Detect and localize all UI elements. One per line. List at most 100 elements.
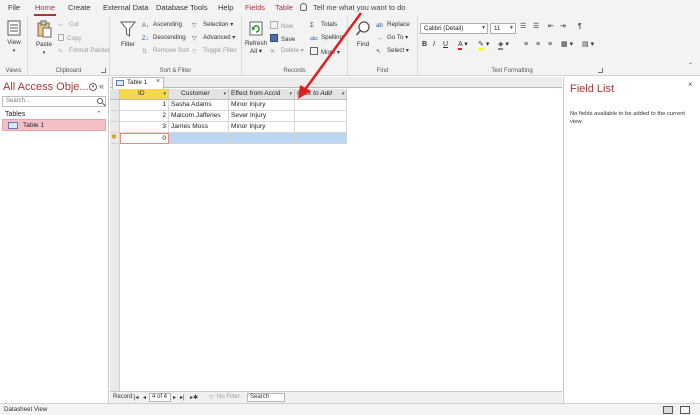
column-header-effect[interactable]: Effect from Accid ▾ [229, 89, 295, 100]
goto-button[interactable]: → Go To ▾ [376, 34, 408, 43]
row-selector[interactable] [110, 100, 120, 111]
sort-dropdown-icon[interactable]: ▾ [289, 89, 292, 99]
sort-dropdown-icon[interactable]: ▾ [163, 89, 166, 99]
tab-help[interactable]: Help [218, 3, 233, 12]
cell-id[interactable]: 2 [120, 111, 169, 122]
font-size-combo[interactable]: 11 ▼ [490, 23, 516, 34]
decrease-indent-icon[interactable]: ⇤ [548, 23, 554, 31]
new-record-nav-icon[interactable]: ▸✱ [190, 394, 198, 401]
close-icon[interactable]: × [688, 80, 693, 89]
cut-button[interactable]: ✂ Cut [58, 21, 79, 30]
gridlines-button[interactable]: ▦ ▾ [561, 41, 573, 49]
column-header-click-to-add[interactable]: Click to Add ▾ [295, 89, 347, 100]
sort-dropdown-icon[interactable]: ▾ [223, 89, 226, 99]
left-to-right-icon[interactable]: ¶ [578, 23, 582, 31]
sort-dropdown-icon[interactable]: ▾ [341, 89, 344, 99]
align-center-icon[interactable]: ≡ [536, 41, 540, 49]
tab-database-tools[interactable]: Database Tools [156, 3, 208, 12]
new-record-cell[interactable] [169, 133, 229, 144]
last-record-icon[interactable]: ▸| [180, 394, 185, 401]
nav-search-input[interactable]: Search... [2, 96, 106, 107]
font-color-button[interactable]: A ▾ [458, 41, 468, 50]
document-tab-table-1[interactable]: Table 1 × [112, 77, 164, 89]
cell-empty[interactable] [295, 111, 347, 122]
cell-id[interactable]: 1 [120, 100, 169, 111]
alternate-row-color-button[interactable]: ▤ ▾ [582, 41, 594, 49]
cell-effect[interactable]: Minor Injury [229, 122, 295, 133]
select-all-corner[interactable] [110, 89, 120, 100]
save-record-button[interactable]: Save [270, 34, 295, 44]
clipboard-launcher-icon[interactable] [101, 68, 106, 73]
highlight-button[interactable]: ✎ ▾ [478, 41, 489, 50]
next-record-icon[interactable]: ▸ [173, 394, 176, 401]
cell-id[interactable]: 3 [120, 122, 169, 133]
totals-button[interactable]: Σ Totals [310, 21, 337, 30]
spelling-button[interactable]: abc Spelling [310, 34, 343, 43]
search-icon[interactable] [97, 98, 103, 104]
new-record-button[interactable]: New [270, 21, 293, 31]
close-icon[interactable]: × [156, 78, 160, 85]
cell-effect[interactable]: Sever Injury [229, 111, 295, 122]
previous-record-icon[interactable]: ◂ [143, 394, 146, 401]
new-record-id-cell[interactable]: 0 [120, 133, 169, 144]
new-record-star-icon[interactable]: ✱ [110, 133, 120, 144]
filter-button[interactable]: Filter [116, 20, 140, 49]
cell-empty[interactable] [295, 100, 347, 111]
tab-home[interactable]: Home [33, 3, 57, 16]
align-right-icon[interactable]: ≡ [548, 41, 552, 49]
tab-external-data[interactable]: External Data [103, 3, 148, 12]
toggle-filter-button[interactable]: ▽ Toggle Filter [192, 47, 237, 56]
underline-button[interactable]: U [443, 41, 448, 49]
text-formatting-launcher-icon[interactable] [598, 68, 603, 73]
tab-fields[interactable]: Fields [245, 3, 265, 12]
datasheet-view-icon[interactable] [663, 406, 673, 414]
increase-indent-icon[interactable]: ⇥ [560, 23, 566, 31]
numbered-list-icon[interactable]: ☰ [520, 23, 526, 31]
font-name-combo[interactable]: Calibri (Detail) ▼ [420, 23, 488, 34]
cell-customer[interactable]: James Moss [169, 122, 229, 133]
new-record-cell[interactable] [229, 133, 295, 144]
bulleted-list-icon[interactable]: ☰ [533, 23, 539, 31]
nav-section-tables[interactable]: Tables [5, 111, 25, 118]
collapse-ribbon-icon[interactable]: ⌃ [688, 62, 693, 70]
find-button[interactable]: Find [352, 20, 374, 49]
row-selector[interactable] [110, 111, 120, 122]
cell-empty[interactable] [295, 122, 347, 133]
tab-create[interactable]: Create [68, 3, 91, 12]
refresh-all-button[interactable]: Refresh All ▾ [245, 20, 267, 56]
nav-item-table-1[interactable]: Table 1 [2, 119, 106, 131]
column-header-id[interactable]: ID ▾ [120, 89, 169, 100]
shutter-bar-close-icon[interactable]: « [99, 81, 104, 91]
design-view-icon[interactable] [680, 406, 690, 414]
more-button[interactable]: More ▾ [310, 47, 340, 57]
tab-table[interactable]: Table [275, 3, 293, 12]
descending-button[interactable]: Z↓ Descending [142, 34, 186, 43]
view-button[interactable]: View ▾ [3, 20, 25, 55]
delete-record-button[interactable]: ✕ Delete ▾ [270, 47, 304, 56]
nav-menu-icon[interactable]: ▾ [89, 83, 97, 91]
nav-pane-title[interactable]: All Access Obje... [3, 81, 89, 93]
select-button[interactable]: ↖ Select ▾ [376, 47, 409, 56]
replace-button[interactable]: ab Replace [376, 21, 410, 30]
column-header-customer[interactable]: Customer ▾ [169, 89, 229, 100]
advanced-button[interactable]: ▽ Advanced ▾ [192, 34, 235, 43]
tell-me-box[interactable]: Tell me what you want to do [300, 3, 406, 12]
collapse-section-icon[interactable]: ⌃ [96, 110, 102, 118]
cell-customer[interactable]: Malcom Jafferies [169, 111, 229, 122]
italic-button[interactable]: I [433, 41, 435, 49]
tab-file[interactable]: File [8, 3, 20, 12]
first-record-icon[interactable]: |◂ [134, 394, 139, 401]
new-record-cell[interactable] [295, 133, 347, 144]
ascending-button[interactable]: A↓ Ascending [142, 21, 182, 30]
bold-button[interactable]: B [422, 41, 427, 49]
cell-customer[interactable]: Sasha Adams [169, 100, 229, 111]
fill-color-button[interactable]: ◈ ▾ [498, 41, 509, 50]
copy-button[interactable]: Copy [58, 34, 81, 43]
paste-button[interactable]: Paste ▾ [32, 20, 56, 57]
remove-sort-button[interactable]: ⇅ Remove Sort [142, 47, 189, 56]
filter-status[interactable]: No Filter [217, 394, 240, 400]
selection-button[interactable]: ▽ Selection ▾ [192, 21, 233, 30]
row-selector[interactable] [110, 122, 120, 133]
record-search-input[interactable]: Search [247, 393, 285, 402]
align-left-icon[interactable]: ≡ [524, 41, 528, 49]
